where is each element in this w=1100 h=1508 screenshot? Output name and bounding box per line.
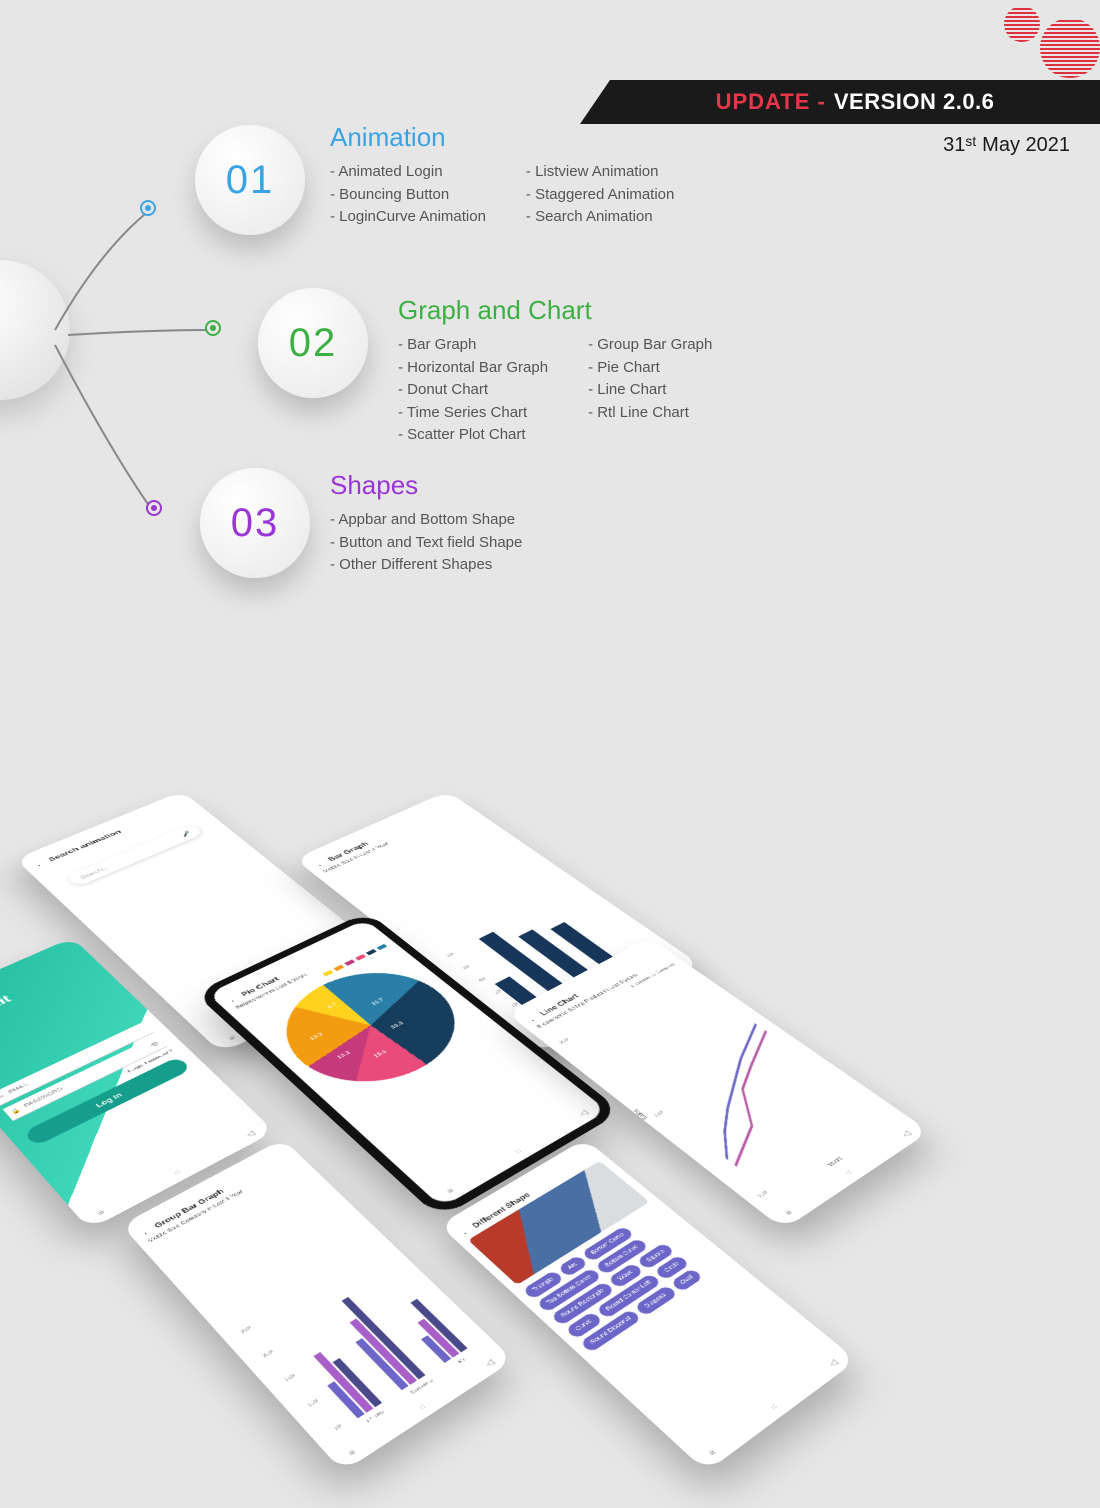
back-icon[interactable]: ← (457, 1225, 474, 1238)
version-label: VERSION 2.0.6 (834, 89, 995, 115)
section-list-a: - Bar Graph - Horizontal Bar Graph - Don… (398, 334, 548, 447)
phones-stage: ←Search animation Search... 🎤 ≡○◁ ←Bar G… (0, 690, 1100, 1508)
node-shapes (146, 500, 162, 516)
section-list-b: - Group Bar Graph - Pie Chart - Line Cha… (588, 334, 712, 447)
chart-subtitle: Mobile Sale in Last 4 Year (322, 808, 464, 873)
node-animation (140, 200, 156, 216)
accent-circle-small (1004, 6, 1040, 42)
back-icon[interactable]: ← (32, 859, 49, 869)
ball-02: 02 (258, 288, 368, 398)
brand-title: SmartKit (0, 959, 92, 1033)
version-banner: UPDATE - VERSION 2.0.6 (580, 80, 1100, 124)
section-shapes: Shapes - Appbar and Bottom Shape - Butto… (330, 470, 522, 577)
update-label: UPDATE - (716, 89, 826, 115)
hub-sphere (0, 260, 70, 400)
ball-01: 01 (195, 125, 305, 235)
section-list-a: - Appbar and Bottom Shape - Button and T… (330, 509, 522, 577)
mic-icon[interactable]: 🎤 (180, 830, 193, 837)
accent-circle-large (1040, 18, 1100, 78)
node-graph (205, 320, 221, 336)
release-date: 31ˢᵗ May 2021 (943, 134, 1070, 157)
section-title: Shapes (330, 470, 522, 501)
section-animation: Animation - Animated Login - Bouncing Bu… (330, 122, 674, 229)
section-title: Animation (330, 122, 674, 153)
section-title: Graph and Chart (398, 295, 712, 326)
section-list-a: - Animated Login - Bouncing Button - Log… (330, 161, 486, 229)
nav-menu-icon[interactable]: ≡ (227, 1034, 239, 1043)
x-axis-label: Years (826, 1156, 844, 1168)
section-graph: Graph and Chart - Bar Graph - Horizontal… (398, 295, 712, 447)
ball-03: 03 (200, 468, 310, 578)
section-list-b: - Listview Animation - Staggered Animati… (526, 161, 674, 229)
search-input[interactable]: Search... 🎤 (66, 824, 204, 887)
back-icon[interactable]: ← (525, 1013, 543, 1024)
